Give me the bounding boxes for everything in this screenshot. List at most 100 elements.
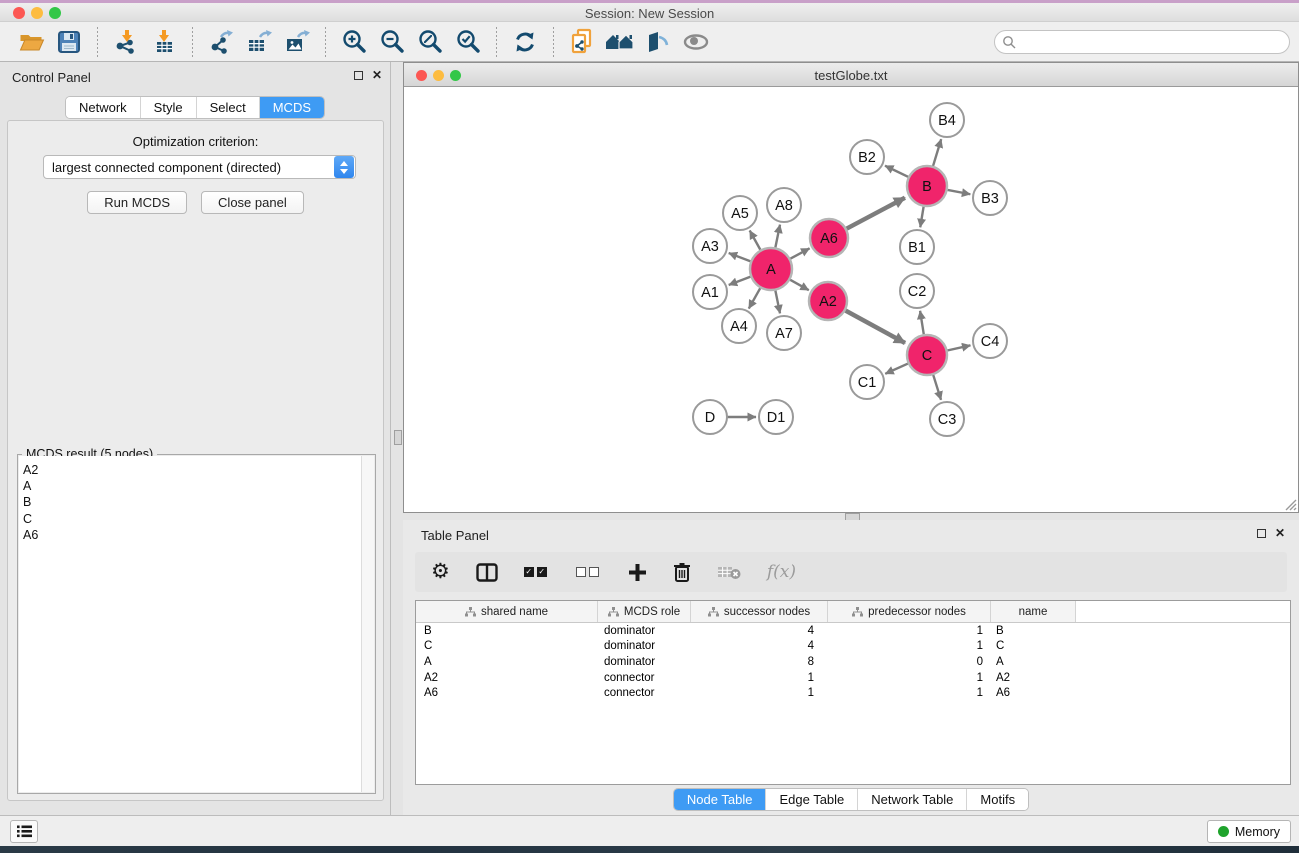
float-panel-icon[interactable]	[354, 71, 363, 80]
tab-network[interactable]: Network	[66, 97, 141, 118]
column-header-shared-name[interactable]: shared name	[416, 601, 598, 622]
graph-node-B2[interactable]: B2	[850, 140, 884, 174]
zoom-in-button[interactable]	[335, 26, 373, 58]
edge-A2-C[interactable]	[844, 310, 905, 343]
mcds-result-item[interactable]: A2	[23, 462, 361, 478]
edge-C-C3[interactable]	[933, 373, 941, 400]
tab-mcds[interactable]: MCDS	[260, 97, 324, 118]
table-settings-button[interactable]: ⚙	[431, 558, 450, 586]
table-row[interactable]: A2connector11A2	[416, 670, 1290, 686]
mcds-result-list[interactable]: A2ABCA6	[19, 456, 361, 792]
export-table-button[interactable]	[240, 26, 278, 58]
edge-A-A4[interactable]	[749, 286, 761, 308]
memory-button[interactable]: Memory	[1207, 820, 1291, 843]
graph-node-A3[interactable]: A3	[693, 229, 727, 263]
network-canvas[interactable]: B4 B2 B B3 A5 A8 A6 A3 B1 A A1 C2 A2 A4 A7 C C4 C1 C3 D D1	[404, 87, 1298, 512]
edge-C-C2[interactable]	[920, 311, 924, 336]
edge-A-A6[interactable]	[789, 248, 810, 259]
graph-node-A8[interactable]: A8	[767, 188, 801, 222]
split-panel-button[interactable]	[476, 558, 498, 586]
export-image-button[interactable]	[278, 26, 316, 58]
table-tab-node-table[interactable]: Node Table	[674, 789, 767, 810]
edge-A-A2[interactable]	[788, 279, 808, 290]
edge-A-A8[interactable]	[775, 225, 780, 250]
table-row[interactable]: Cdominator41C	[416, 639, 1290, 655]
edge-A-A5[interactable]	[750, 230, 762, 251]
import-table-button[interactable]	[145, 26, 183, 58]
delete-columns-button[interactable]	[673, 558, 691, 586]
graph-node-D[interactable]: D	[693, 400, 727, 434]
graph-node-D1[interactable]: D1	[759, 400, 793, 434]
tab-style[interactable]: Style	[141, 97, 197, 118]
edge-B-B4[interactable]	[933, 139, 942, 168]
graph-node-B[interactable]: B	[907, 166, 947, 206]
graph-node-C[interactable]: C	[907, 335, 947, 375]
graph-node-A[interactable]: A	[750, 248, 792, 290]
graph-node-A7[interactable]: A7	[767, 316, 801, 350]
close-panel-icon[interactable]: ✕	[372, 70, 382, 80]
task-history-button[interactable]	[10, 820, 38, 843]
graph-node-A4[interactable]: A4	[722, 309, 756, 343]
home-button[interactable]	[601, 26, 639, 58]
close-panel-button[interactable]: Close panel	[201, 191, 304, 214]
graph-node-C3[interactable]: C3	[930, 402, 964, 436]
column-header-successor-nodes[interactable]: successor nodes	[691, 601, 828, 622]
select-all-columns-button[interactable]	[524, 558, 550, 586]
search-input[interactable]	[1016, 33, 1289, 51]
save-session-button[interactable]	[50, 26, 88, 58]
import-network-button[interactable]	[107, 26, 145, 58]
graph-node-A1[interactable]: A1	[693, 275, 727, 309]
float-table-panel-icon[interactable]	[1257, 529, 1266, 538]
edge-A-A1[interactable]	[729, 276, 753, 285]
edge-A-A7[interactable]	[775, 289, 780, 314]
edge-C-C1[interactable]	[885, 363, 909, 374]
mcds-result-item[interactable]: A6	[23, 527, 361, 543]
graph-node-C4[interactable]: C4	[973, 324, 1007, 358]
search-field[interactable]	[994, 30, 1290, 54]
result-list-scrollbar[interactable]	[361, 456, 374, 792]
zoom-selected-button[interactable]	[449, 26, 487, 58]
function-builder-button[interactable]: f(x)	[767, 558, 796, 586]
column-header-predecessor-nodes[interactable]: predecessor nodes	[828, 601, 991, 622]
table-tab-motifs[interactable]: Motifs	[967, 789, 1028, 810]
edge-C-C4[interactable]	[946, 345, 971, 351]
table-row[interactable]: Bdominator41B	[416, 623, 1290, 639]
window-resize-grip[interactable]	[1283, 497, 1297, 511]
close-table-panel-icon[interactable]: ✕	[1275, 528, 1285, 538]
deselect-all-columns-button[interactable]	[576, 558, 602, 586]
edge-B-B2[interactable]	[885, 166, 910, 178]
graph-node-A5[interactable]: A5	[723, 196, 757, 230]
add-column-button[interactable]	[628, 558, 647, 586]
edge-A-A3[interactable]	[729, 253, 753, 262]
table-tab-edge-table[interactable]: Edge Table	[766, 789, 858, 810]
table-row[interactable]: A6connector11A6	[416, 685, 1290, 701]
graph-node-B4[interactable]: B4	[930, 103, 964, 137]
table-tab-network-table[interactable]: Network Table	[858, 789, 967, 810]
tab-select[interactable]: Select	[197, 97, 260, 118]
zoom-out-button[interactable]	[373, 26, 411, 58]
graph-node-C2[interactable]: C2	[900, 274, 934, 308]
table-row[interactable]: Adominator80A	[416, 654, 1290, 670]
network-window-titlebar[interactable]: testGlobe.txt	[404, 63, 1298, 87]
mcds-result-item[interactable]: A	[23, 478, 361, 494]
edge-B-B3[interactable]	[946, 190, 971, 195]
edge-A6-B[interactable]	[845, 198, 905, 230]
graph-node-B1[interactable]: B1	[900, 230, 934, 264]
graph-node-C1[interactable]: C1	[850, 365, 884, 399]
graph-node-A2[interactable]: A2	[809, 282, 847, 320]
edge-B-B1[interactable]	[920, 205, 924, 228]
mcds-result-item[interactable]: C	[23, 511, 361, 527]
graph-node-B3[interactable]: B3	[973, 181, 1007, 215]
toggle-graphics-details-button[interactable]	[639, 26, 677, 58]
open-file-button[interactable]	[12, 26, 50, 58]
graph-node-A6[interactable]: A6	[810, 219, 848, 257]
run-mcds-button[interactable]: Run MCDS	[87, 191, 187, 214]
network-from-file-button[interactable]	[563, 26, 601, 58]
optimization-criterion-dropdown[interactable]: largest connected component (directed)	[43, 155, 356, 179]
column-header-name[interactable]: name	[991, 601, 1076, 622]
export-network-button[interactable]	[202, 26, 240, 58]
column-header-mcds-role[interactable]: MCDS role	[598, 601, 691, 622]
refresh-layout-button[interactable]	[506, 26, 544, 58]
show-hide-button[interactable]	[677, 26, 715, 58]
mcds-result-item[interactable]: B	[23, 494, 361, 510]
